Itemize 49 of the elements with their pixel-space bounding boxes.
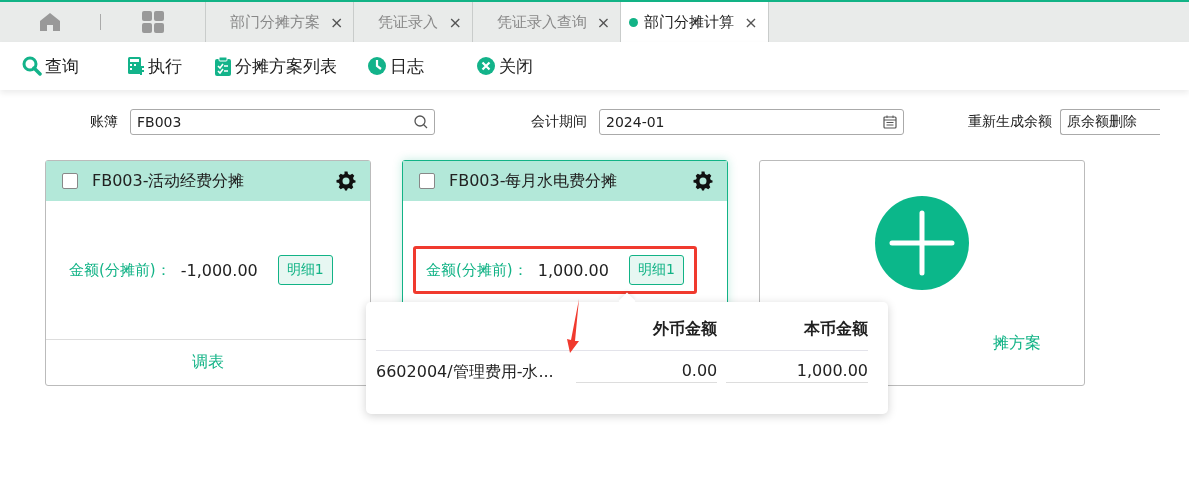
toolbar-button[interactable]: 查询 bbox=[22, 54, 79, 78]
settings-icon[interactable] bbox=[693, 171, 713, 191]
card-title: FB003-每月水电费分摊 bbox=[449, 170, 619, 192]
scheme-card[interactable]: FB003-活动经费分摊 金额(分摊前)： -1,000.00 明细1 调表 bbox=[45, 160, 371, 386]
settings-icon[interactable] bbox=[336, 171, 356, 191]
close-icon[interactable]: × bbox=[330, 12, 344, 32]
amount-value: -1,000.00 bbox=[180, 260, 258, 280]
toolbar-button[interactable]: 日志 bbox=[367, 54, 424, 78]
table-cell: 0.00 bbox=[575, 361, 718, 383]
search-icon bbox=[414, 115, 428, 129]
amount-label: 金额(分摊前)： bbox=[426, 260, 528, 280]
home-icon bbox=[39, 12, 61, 32]
amount-label: 金额(分摊前)： bbox=[69, 260, 171, 280]
close-icon bbox=[476, 56, 496, 76]
checkbox[interactable] bbox=[419, 173, 435, 189]
card-title: FB003-活动经费分摊 bbox=[92, 170, 246, 192]
regenerate-select[interactable]: 原余额删除 bbox=[1060, 109, 1160, 135]
toolbar-button[interactable]: 分摊方案列表 bbox=[214, 54, 337, 78]
close-icon[interactable]: × bbox=[744, 12, 758, 32]
close-icon[interactable]: × bbox=[596, 12, 611, 32]
toolbar-button[interactable]: 执行 bbox=[127, 54, 182, 78]
period-field[interactable]: 2024-01 bbox=[599, 109, 904, 135]
field-label: 账簿 bbox=[90, 113, 118, 131]
add-card-label: 摊方案 bbox=[993, 333, 1041, 354]
toolbar-button[interactable]: 关闭 bbox=[476, 54, 533, 78]
tab-label: 凭证录入 bbox=[378, 12, 439, 32]
column-header: 本币金额 bbox=[803, 318, 868, 340]
tab-label: 凭证录入查询 bbox=[496, 12, 587, 32]
clipboard-icon bbox=[214, 56, 232, 76]
ledger-field[interactable]: FB003 bbox=[130, 109, 435, 135]
column-header: 外币金额 bbox=[651, 318, 718, 340]
search-icon bbox=[22, 56, 42, 76]
field-label: 会计期间 bbox=[531, 113, 587, 131]
tab[interactable]: 部门分摊方案 × bbox=[205, 2, 354, 42]
clock-icon bbox=[367, 56, 387, 76]
tab-label: 部门分摊计算 bbox=[644, 12, 735, 32]
active-dot bbox=[629, 17, 639, 27]
checkbox[interactable] bbox=[62, 173, 78, 189]
tab[interactable]: 部门分摊计算 × bbox=[620, 2, 769, 42]
field-label: 重新生成余额 bbox=[968, 113, 1052, 131]
grid-icon bbox=[142, 11, 164, 33]
calendar-icon bbox=[883, 115, 897, 129]
tab[interactable]: 凭证录入 × bbox=[353, 2, 472, 42]
table-cell: 1,000.00 bbox=[726, 361, 868, 383]
amount-value: 1,000.00 bbox=[537, 260, 609, 280]
add-icon[interactable] bbox=[874, 195, 970, 291]
tab-label: 部门分摊方案 bbox=[230, 12, 320, 32]
calculator-icon bbox=[127, 56, 145, 76]
close-icon[interactable]: × bbox=[448, 12, 462, 32]
